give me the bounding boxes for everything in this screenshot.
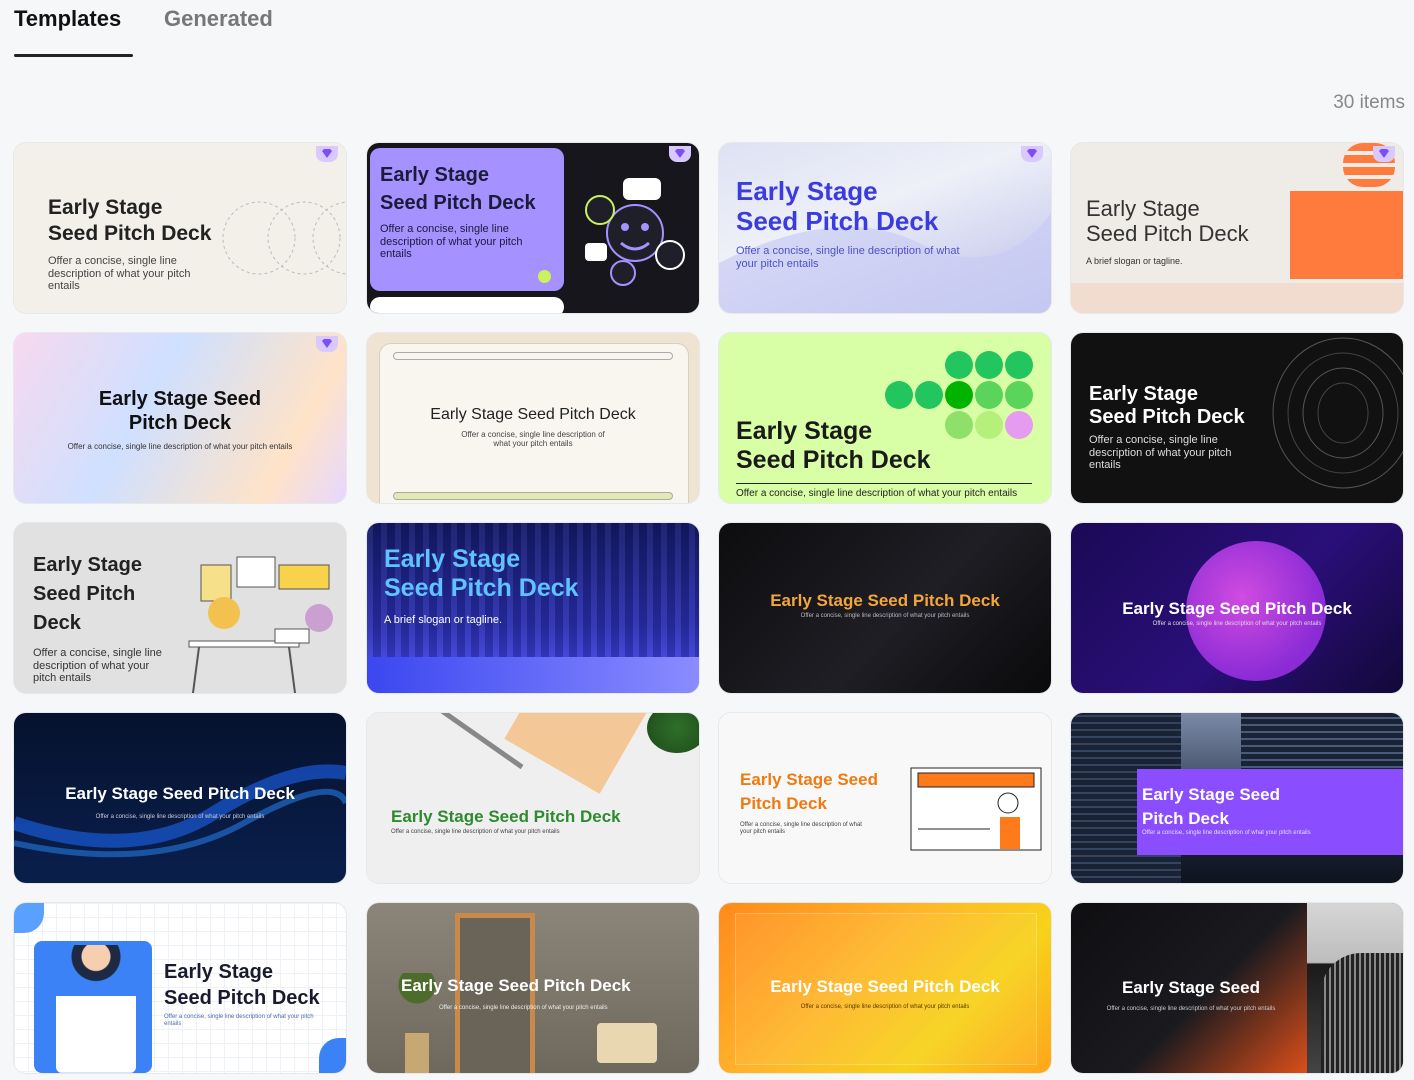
card-subtitle: Offer a concise, single line description… bbox=[380, 223, 523, 261]
template-card-7[interactable]: Early Stage Seed Pitch Deck Offer a conc… bbox=[719, 333, 1051, 503]
card-title: Early Stage Seed Pitch Deck bbox=[736, 176, 939, 236]
template-card-12[interactable]: Early Stage Seed Pitch Deck Offer a conc… bbox=[1071, 523, 1403, 693]
card-subtitle: Offer a concise, single line description… bbox=[800, 613, 970, 619]
card-subtitle: Offer a concise, single line description… bbox=[48, 255, 191, 293]
wireframe-sphere-graphic bbox=[1272, 337, 1403, 489]
card-subtitle: Offer a concise, single line description… bbox=[95, 814, 265, 820]
card-title: Early Stage Seed Pitch Deck bbox=[48, 196, 212, 245]
template-card-10[interactable]: Early Stage Seed Pitch Deck A brief slog… bbox=[367, 523, 699, 693]
template-card-2[interactable]: Early Stage Seed Pitch Deck Offer a conc… bbox=[367, 143, 699, 313]
tab-templates[interactable]: Templates bbox=[14, 6, 121, 32]
card-title: Early Stage Seed Pitch Deck bbox=[740, 770, 878, 813]
card-title: Early Stage Seed Pitch Deck bbox=[391, 807, 621, 826]
template-card-13[interactable]: Early Stage Seed Pitch Deck Offer a conc… bbox=[14, 713, 346, 883]
card-title: Early Stage Seed Pitch Deck bbox=[98, 388, 262, 435]
template-card-8[interactable]: Early Stage Seed Pitch Deck Offer a conc… bbox=[1071, 333, 1403, 503]
template-card-1[interactable]: Early Stage Seed Pitch Deck Offer a conc… bbox=[14, 143, 346, 313]
card-subtitle: A brief slogan or tagline. bbox=[384, 614, 503, 626]
premium-badge bbox=[316, 146, 338, 162]
peach-band bbox=[1071, 283, 1403, 313]
card-subtitle: Offer a concise, single line description… bbox=[1106, 1006, 1276, 1012]
template-card-15[interactable]: Early Stage Seed Pitch Deck Offer a conc… bbox=[719, 713, 1051, 883]
template-card-6[interactable]: Early Stage Seed Pitch Deck Offer a conc… bbox=[367, 333, 699, 503]
card-subtitle: Offer a concise, single line description… bbox=[33, 647, 162, 685]
notebook-graphic bbox=[504, 713, 650, 794]
card-subtitle: Offer a concise, single line description… bbox=[439, 1005, 608, 1011]
green-dot bbox=[538, 270, 551, 283]
template-card-11[interactable]: Early Stage Seed Pitch Deck Offer a conc… bbox=[719, 523, 1051, 693]
template-card-19[interactable]: Early Stage Seed Pitch Deck Offer a conc… bbox=[719, 903, 1051, 1073]
card-subtitle: Offer a concise, single line description… bbox=[461, 430, 605, 449]
card-title: Early Stage Seed Pitch Deck bbox=[164, 961, 320, 1009]
doctor-illustration bbox=[56, 945, 136, 1073]
card-title: Early Stage Seed Pitch Deck bbox=[384, 545, 579, 603]
active-tab-indicator bbox=[14, 54, 133, 57]
card-subtitle: A brief slogan or tagline. bbox=[1086, 256, 1183, 266]
card-title: Early Stage Seed Pitch Deck bbox=[1089, 383, 1245, 429]
orange-block bbox=[1290, 191, 1403, 279]
card-title: Early Stage Seed Pitch Deck bbox=[736, 417, 931, 475]
card-title: Early Stage Seed Pitch Deck bbox=[770, 977, 1000, 996]
top-bar bbox=[393, 352, 673, 360]
card-title: Early Stage Seed Pitch Deck bbox=[770, 591, 1000, 610]
template-card-9[interactable]: Early Stage Seed Pitch Deck Offer a conc… bbox=[14, 523, 346, 693]
shop-illustration bbox=[910, 767, 1042, 851]
bottom-gradient-band bbox=[367, 657, 699, 693]
card-title: Early Stage Seed Pitch Deck bbox=[380, 164, 536, 214]
card-subtitle: Offer a concise, single line description… bbox=[740, 822, 862, 835]
card-title: Early Stage Seed Pitch Deck bbox=[401, 976, 631, 995]
card-title: Early Stage Seed Pitch Deck bbox=[430, 406, 636, 423]
bottom-bar bbox=[393, 492, 673, 500]
card-subtitle: Offer a concise, single line description… bbox=[1089, 434, 1232, 472]
white-strip bbox=[370, 297, 564, 313]
card-title: Early Stage Seed bbox=[1122, 978, 1260, 997]
template-card-17[interactable]: Early Stage Seed Pitch Deck Offer a conc… bbox=[14, 903, 346, 1073]
divider-line bbox=[736, 483, 1032, 484]
card-subtitle: Offer a concise, single line description… bbox=[736, 488, 1018, 499]
premium-badge bbox=[669, 146, 691, 162]
premium-badge bbox=[1373, 146, 1395, 162]
template-card-14[interactable]: Early Stage Seed Pitch Deck Offer a conc… bbox=[367, 713, 699, 883]
card-title: Early Stage Seed Pitch Deck bbox=[1086, 196, 1249, 247]
card-title: Early Stage Seed Pitch Deck bbox=[1142, 785, 1280, 828]
building-stripes bbox=[1321, 953, 1403, 1073]
template-card-4[interactable]: Early Stage Seed Pitch Deck A brief slog… bbox=[1071, 143, 1403, 313]
diamond-icon bbox=[675, 149, 685, 158]
template-card-3[interactable]: Early Stage Seed Pitch Deck Offer a conc… bbox=[719, 143, 1051, 313]
template-card-16[interactable]: Early Stage Seed Pitch Deck Offer a conc… bbox=[1071, 713, 1403, 883]
card-subtitle: Offer a concise, single line description… bbox=[800, 1004, 970, 1010]
card-title: Early Stage Seed Pitch Deck bbox=[1122, 599, 1352, 618]
leaf-graphic bbox=[319, 1038, 346, 1073]
diamond-icon bbox=[1027, 149, 1037, 158]
diamond-icon bbox=[322, 149, 332, 158]
plant-graphic bbox=[647, 713, 699, 753]
template-card-18[interactable]: Early Stage Seed Pitch Deck Offer a conc… bbox=[367, 903, 699, 1073]
premium-badge bbox=[316, 336, 338, 352]
diamond-icon bbox=[1379, 149, 1389, 158]
card-subtitle: Offer a concise, single line description… bbox=[736, 245, 960, 270]
card-subtitle: Offer a concise, single line description… bbox=[391, 829, 560, 835]
template-card-5[interactable]: Early Stage Seed Pitch Deck Offer a conc… bbox=[14, 333, 346, 503]
stool-graphic bbox=[597, 1023, 657, 1063]
card-subtitle: Offer a concise, single line description… bbox=[164, 1014, 314, 1027]
leaf-graphic bbox=[14, 903, 44, 933]
items-count: 30 items bbox=[1333, 92, 1405, 113]
office-illustration bbox=[188, 556, 333, 693]
tab-generated[interactable]: Generated bbox=[164, 6, 273, 32]
card-subtitle: Offer a concise, single line description… bbox=[67, 442, 293, 451]
template-card-20[interactable]: Early Stage Seed Offer a concise, single… bbox=[1071, 903, 1403, 1073]
premium-badge bbox=[1021, 146, 1043, 162]
building-right bbox=[1241, 713, 1403, 773]
circles-graphic bbox=[222, 201, 346, 275]
smiley-faces-graphic bbox=[585, 178, 685, 286]
card-subtitle: Offer a concise, single line description… bbox=[1142, 830, 1311, 836]
card-title: Early Stage Seed Pitch Deck bbox=[33, 554, 142, 634]
diamond-icon bbox=[322, 339, 332, 348]
card-subtitle: Offer a concise, single line description… bbox=[1152, 621, 1322, 627]
card-title: Early Stage Seed Pitch Deck bbox=[65, 784, 295, 803]
